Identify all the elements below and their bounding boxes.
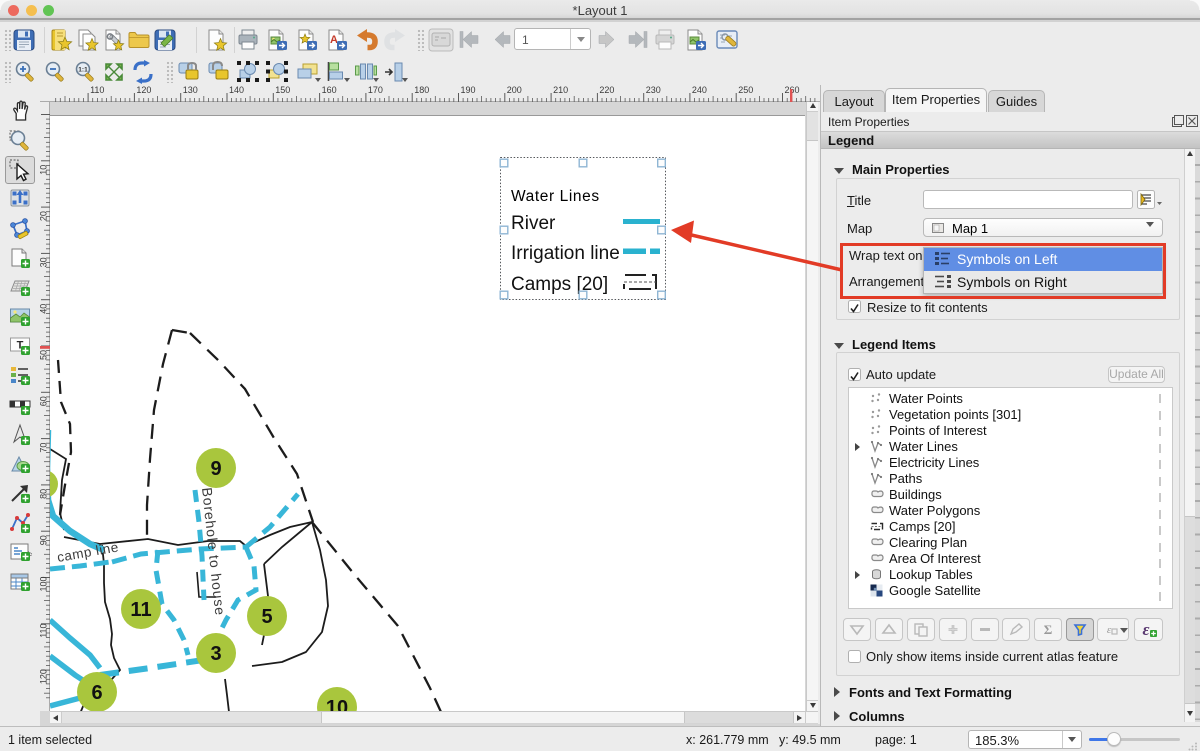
svg-text:100: 100 (40, 576, 49, 591)
svg-text:240: 240 (692, 85, 707, 95)
svg-text:3: 3 (210, 643, 221, 665)
svg-text:5: 5 (261, 606, 272, 628)
svg-text:180: 180 (414, 85, 429, 95)
svg-text:170: 170 (368, 85, 383, 95)
svg-text:9: 9 (210, 458, 221, 480)
svg-text:150: 150 (275, 85, 290, 95)
svg-text:Camps [20]: Camps [20] (511, 274, 608, 295)
svg-text:1:1: 1:1 (78, 67, 88, 74)
svg-text:Water Lines: Water Lines (511, 188, 600, 205)
svg-text:190: 190 (461, 85, 476, 95)
svg-text:Irrigation line: Irrigation line (511, 243, 620, 264)
svg-text:230: 230 (646, 85, 661, 95)
svg-text:11: 11 (130, 599, 151, 621)
svg-text:A: A (330, 34, 338, 46)
svg-text:River: River (511, 213, 556, 234)
svg-text:110: 110 (90, 85, 104, 95)
svg-text:10: 10 (326, 697, 348, 711)
svg-text:220: 220 (599, 85, 614, 95)
svg-text:250: 250 (738, 85, 753, 95)
svg-text:ε: ε (1143, 621, 1150, 638)
svg-text:210: 210 (553, 85, 568, 95)
svg-text:140: 140 (229, 85, 244, 95)
svg-text:120: 120 (136, 85, 151, 95)
svg-text:200: 200 (507, 85, 522, 95)
svg-text:Σ: Σ (1044, 622, 1053, 637)
svg-text:120: 120 (40, 669, 49, 684)
svg-text:160: 160 (322, 85, 337, 95)
svg-text:6: 6 (91, 682, 102, 704)
svg-text:110: 110 (40, 623, 49, 637)
svg-text:ε: ε (1107, 624, 1112, 636)
svg-text:130: 130 (183, 85, 198, 95)
